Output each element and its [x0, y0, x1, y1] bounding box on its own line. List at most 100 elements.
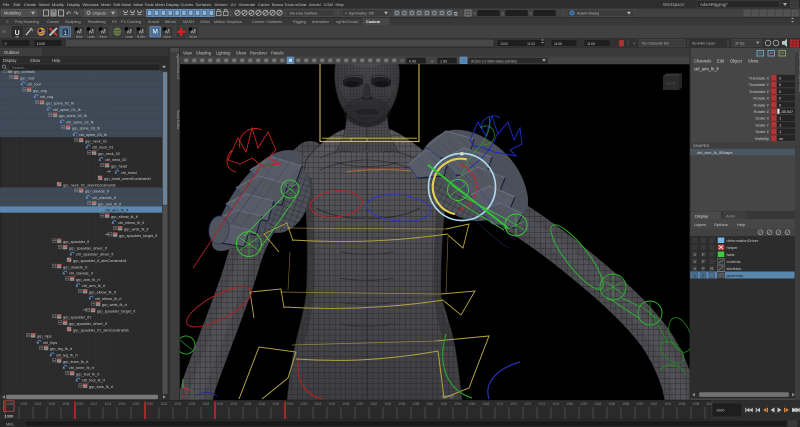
svg-text:Visibility: Visibility: [755, 136, 769, 141]
svg-text:1058: 1058: [412, 402, 419, 406]
svg-text:1086: 1086: [608, 402, 615, 406]
svg-text:NoSel: NoSel: [76, 36, 83, 39]
svg-text:Objects: Objects: [93, 11, 107, 16]
svg-text:ctrl_spine_03_fk: ctrl_spine_03_fk: [79, 133, 107, 137]
svg-text:Help: Help: [336, 2, 345, 7]
svg-text:Locate: Locate: [126, 36, 134, 39]
svg-text:1018: 1018: [132, 402, 139, 406]
svg-text:P: P: [702, 274, 705, 278]
svg-text:ctrl_leg_fk_rt: ctrl_leg_fk_rt: [56, 354, 79, 358]
svg-text:MASH: MASH: [183, 20, 194, 24]
svg-text:grp_spaulder_driver_lf: grp_spaulder_driver_lf: [69, 322, 108, 326]
svg-text:1020: 1020: [146, 402, 153, 406]
svg-text:1028: 1028: [202, 402, 209, 406]
svg-text:P: P: [702, 267, 705, 271]
svg-text:x: x: [474, 11, 476, 15]
svg-text:grp_elbow_fk_rt: grp_elbow_fk_rt: [89, 291, 117, 295]
svg-text:grp_arm_fk_rt: grp_arm_fk_rt: [76, 278, 101, 282]
svg-text:Edit: Edit: [717, 59, 725, 64]
svg-text:1054: 1054: [384, 402, 391, 406]
svg-text:controls: controls: [727, 259, 741, 264]
svg-text:1000: 1000: [6, 402, 13, 406]
svg-text:1082: 1082: [580, 402, 587, 406]
svg-text:1092: 1092: [650, 402, 657, 406]
svg-text:↷: ↷: [74, 11, 79, 18]
svg-text:grp_spaulder_lf_aimConstraint1: grp_spaulder_lf_aimConstraint1: [73, 259, 127, 263]
svg-text:ctrl_arm_fk_lf: ctrl_arm_fk_lf: [105, 209, 129, 213]
svg-text:grp_spaulder_lf1_aimConstraint: grp_spaulder_lf1_aimConstraint1: [73, 328, 129, 332]
svg-text:1078: 1078: [552, 402, 559, 406]
svg-text:Display: Display: [67, 2, 80, 7]
svg-text:ngSkinTools2: ngSkinTools2: [336, 20, 359, 24]
svg-text:ctrl_clavicle_rt: ctrl_clavicle_rt: [69, 272, 94, 276]
svg-text:0.00: 0.00: [409, 59, 416, 63]
svg-text:Surfaces: Surfaces: [196, 2, 212, 7]
svg-text:Deform: Deform: [215, 2, 229, 7]
svg-text:Rendering: Rendering: [88, 20, 106, 24]
svg-text:grp_neck_02: grp_neck_02: [98, 152, 120, 156]
svg-text:Panels: Panels: [271, 50, 284, 55]
svg-text:1068: 1068: [482, 402, 489, 406]
svg-text:grp_spaulder_lf1: grp_spaulder_lf1: [63, 316, 91, 320]
svg-text:FRONT: FRONT: [667, 82, 676, 86]
svg-text:V: V: [694, 267, 697, 271]
svg-text:1022: 1022: [160, 402, 167, 406]
svg-text:Help: Help: [737, 222, 746, 227]
svg-text:Workspace:: Workspace:: [663, 2, 685, 7]
svg-text:R: R: [710, 267, 713, 271]
svg-text:Object: Object: [730, 59, 743, 64]
svg-text:grp_foot_fk_rt: grp_foot_fk_rt: [76, 372, 100, 376]
svg-text:skeleton: skeleton: [727, 266, 742, 271]
svg-text:grp_neck_01_orientConstraint1: grp_neck_01_orientConstraint1: [63, 183, 116, 187]
svg-text:1034: 1034: [244, 402, 251, 406]
svg-text:1010: 1010: [76, 402, 83, 406]
svg-text:1002: 1002: [20, 402, 27, 406]
svg-text:ctrl_neck_02: ctrl_neck_02: [105, 158, 127, 162]
svg-text:Display: Display: [3, 58, 17, 63]
svg-text:Display: Display: [695, 213, 708, 218]
svg-text:1056: 1056: [398, 402, 405, 406]
svg-text:ctrl_arm_fk_rt: ctrl_arm_fk_rt: [82, 284, 106, 288]
svg-text:grp_head_orientConstraint1: grp_head_orientConstraint1: [104, 177, 151, 181]
svg-text:Modify: Modify: [52, 2, 64, 7]
svg-text:mGear: mGear: [295, 2, 308, 7]
svg-text:ctrl_root: ctrl_root: [27, 83, 42, 87]
svg-text:Rotate Y: Rotate Y: [754, 102, 770, 107]
svg-text:1016: 1016: [118, 402, 125, 406]
svg-text:1094: 1094: [664, 402, 671, 406]
svg-text:Bifrost: Bifrost: [165, 20, 177, 24]
svg-text:Custom: Custom: [366, 20, 381, 24]
svg-text:grp_elbow_fk_lf: grp_elbow_fk_lf: [111, 215, 139, 219]
svg-text:1000: 1000: [716, 409, 724, 413]
svg-text:V: V: [694, 260, 697, 264]
svg-text:1100: 1100: [587, 42, 595, 46]
svg-text:Cache: Cache: [258, 2, 270, 7]
svg-text:grp_wrist_fk_rt: grp_wrist_fk_rt: [102, 303, 128, 307]
svg-text:1008: 1008: [62, 402, 69, 406]
svg-text:Translate Y: Translate Y: [749, 82, 770, 87]
svg-text:Curves / Surfaces: Curves / Surfaces: [252, 20, 282, 24]
svg-text:☰: ☰: [2, 29, 6, 34]
svg-text:No Live Surface: No Live Surface: [290, 10, 318, 15]
svg-text:⧉: ⧉: [454, 12, 458, 18]
svg-text:Show: Show: [748, 59, 758, 64]
svg-text:FX Caching: FX Caching: [121, 20, 141, 24]
svg-text:-35.547: -35.547: [780, 110, 793, 114]
svg-text:grp_knee_fk_rt: grp_knee_fk_rt: [63, 360, 89, 364]
svg-text:grp_spine_01_fk: grp_spine_01_fk: [46, 102, 74, 106]
svg-text:grp_spaulder_driver_lf: grp_spaulder_driver_lf: [69, 246, 108, 250]
svg-text:Scale X: Scale X: [755, 116, 769, 121]
svg-text:1062: 1062: [440, 402, 447, 406]
svg-text:ctrl_arm_fk_lf: ctrl_arm_fk_lf: [694, 67, 719, 72]
svg-text:Help: Help: [52, 58, 61, 63]
svg-text:ctrl_elbow_fk_rt: ctrl_elbow_fk_rt: [95, 297, 123, 301]
svg-text:1100: 1100: [527, 42, 535, 46]
svg-text:Script Editor: Script Editor: [176, 110, 180, 130]
svg-text:1024: 1024: [174, 402, 181, 406]
svg-text:No Character Set: No Character Set: [642, 42, 669, 46]
svg-text:M: M: [152, 29, 157, 36]
svg-text:V: V: [694, 274, 697, 278]
svg-text:geometry: geometry: [727, 273, 744, 278]
svg-text:SHAPES: SHAPES: [693, 143, 710, 148]
svg-text:No Anim Layer: No Anim Layer: [692, 42, 716, 46]
